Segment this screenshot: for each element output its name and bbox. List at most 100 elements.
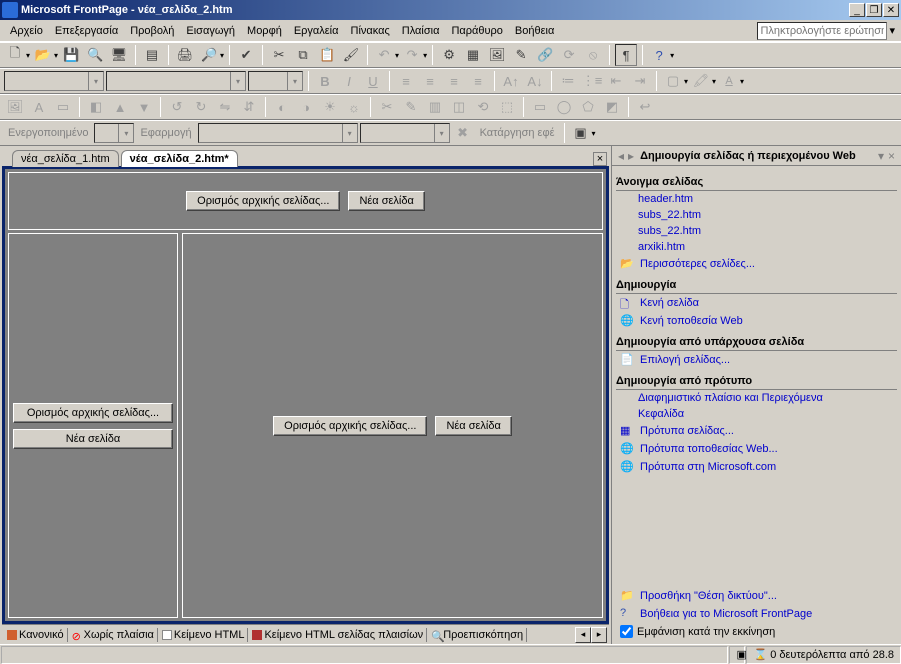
scroll-left-button[interactable]: ◂ [575,627,591,643]
rotate-right-icon[interactable]: ↻ [190,96,212,118]
style-combo[interactable]: ▾ [4,71,104,91]
italic-icon[interactable]: I [338,70,360,92]
add-network-place-link[interactable]: 📁Προσθήκη "Θέση δικτύου"... [616,587,897,605]
view-preview-tab[interactable]: 🔍Προεπισκόπηση [428,628,527,642]
position-abs-icon[interactable]: ◧ [85,96,107,118]
page-templates-link[interactable]: ▦Πρότυπα σελίδας... [616,422,897,440]
stop-icon[interactable]: ⦸ [582,44,604,66]
blank-web-link[interactable]: 🌐Κενή τοποθεσία Web [616,312,897,330]
set-initial-page-button-main[interactable]: Ορισμός αρχικής σελίδας... [273,416,427,436]
increase-font-icon[interactable]: A↑ [500,70,522,92]
menu-edit[interactable]: Επεξεργασία [49,23,124,39]
search-icon[interactable]: 🔍 [84,44,106,66]
select-icon[interactable]: ⬚ [496,96,518,118]
dhtml-cancel-icon[interactable]: ✖ [452,122,474,144]
new-page-button-left[interactable]: Νέα σελίδα [13,429,173,449]
fontsize-combo[interactable]: ▾ [248,71,303,91]
font-color-icon[interactable]: A [718,70,740,92]
dhtml-on-combo[interactable]: ▾ [94,123,134,143]
dhtml-highlight-icon[interactable]: ▣ [570,122,592,144]
close-document-button[interactable]: × [593,152,607,166]
template-banner-link[interactable]: Διαφημιστικό πλαίσιο και Περιεχόμενα [616,390,897,406]
send-backward-icon[interactable]: ▼ [133,96,155,118]
insert-table-icon[interactable]: ▦ [462,44,484,66]
view-normal-tab[interactable]: Κανονικό [4,628,68,642]
circle-hotspot-icon[interactable]: ◯ [553,96,575,118]
save-icon[interactable]: 💾 [60,44,82,66]
align-left-icon[interactable]: ≡ [395,70,417,92]
redo-icon[interactable]: ↷ [401,44,423,66]
menu-help[interactable]: Βοήθεια [509,23,560,39]
format-painter-icon[interactable]: 🖌 [340,44,362,66]
more-contrast-icon[interactable]: ◐ [271,96,293,118]
auto-thumbnail-icon[interactable]: ▭ [52,96,74,118]
menu-tools[interactable]: Εργαλεία [288,23,345,39]
dhtml-effect-combo[interactable]: ▾ [360,123,450,143]
color-icon[interactable]: ▥ [424,96,446,118]
text-icon[interactable]: A [28,96,50,118]
document-tab-2[interactable]: νέα_σελίδα_2.htm* [121,150,238,167]
print-icon[interactable]: 🖨 [174,44,196,66]
ask-dropdown-icon[interactable]: ▾ [887,24,897,37]
document-tab-1[interactable]: νέα_σελίδα_1.htm [12,150,119,167]
taskpane-back-icon[interactable]: ◂ [616,149,626,163]
toggle-pane-icon[interactable]: ▤ [141,44,163,66]
align-justify-icon[interactable]: ≡ [467,70,489,92]
taskpane-forward-icon[interactable]: ▸ [626,149,636,163]
rect-hotspot-icon[interactable]: ▭ [529,96,551,118]
align-center-icon[interactable]: ≡ [419,70,441,92]
menu-file[interactable]: Αρχείο [4,23,49,39]
bulleted-list-icon[interactable]: ⋮≡ [581,70,603,92]
preview-browser-icon[interactable]: 🔎 [198,44,220,66]
bold-icon[interactable]: B [314,70,336,92]
dhtml-apply-combo[interactable]: ▾ [198,123,358,143]
menu-table[interactable]: Πίνακας [345,23,396,39]
show-at-startup-checkbox[interactable] [620,625,633,638]
close-button[interactable]: ✕ [883,3,899,17]
insert-picture-icon[interactable]: 🖼 [486,44,508,66]
publish-icon[interactable]: 🖥 [108,44,130,66]
flip-vertical-icon[interactable]: ⇵ [238,96,260,118]
view-noframes-tab[interactable]: ⊘Χωρίς πλαίσια [69,628,158,642]
menu-view[interactable]: Προβολή [124,23,180,39]
insert-pic-file-icon[interactable]: 🖼 [4,96,26,118]
restore-icon[interactable]: ↩ [634,96,656,118]
ask-question-input[interactable] [757,22,887,40]
font-combo[interactable]: ▾ [106,71,246,91]
spellcheck-icon[interactable]: ✔ [235,44,257,66]
cut-icon[interactable]: ✂ [268,44,290,66]
underline-icon[interactable]: U [362,70,384,92]
numbered-list-icon[interactable]: ≔ [557,70,579,92]
new-doc-icon[interactable]: 🗋 [4,44,26,66]
open-file-0[interactable]: header.htm [616,191,897,207]
menu-insert[interactable]: Εισαγωγή [180,23,241,39]
crop-icon[interactable]: ✂ [376,96,398,118]
taskpane-dropdown-icon[interactable]: ▾ [876,149,886,163]
rotate-left-icon[interactable]: ↺ [166,96,188,118]
poly-hotspot-icon[interactable]: ⬠ [577,96,599,118]
frame-left[interactable]: Ορισμός αρχικής σελίδας... Νέα σελίδα [8,233,178,618]
highlight-icon[interactable]: 🖍 [690,70,712,92]
decrease-font-icon[interactable]: A↓ [524,70,546,92]
blank-page-link[interactable]: 🗋Κενή σελίδα [616,294,897,312]
open-file-2[interactable]: subs_22.htm [616,223,897,239]
taskpane-close-icon[interactable]: × [886,149,897,163]
hyperlink-icon[interactable]: 🔗 [534,44,556,66]
bevel-icon[interactable]: ◫ [448,96,470,118]
open-file-1[interactable]: subs_22.htm [616,207,897,223]
align-right-icon[interactable]: ≡ [443,70,465,92]
open-icon[interactable]: 📂 [32,44,54,66]
frontpage-help-link[interactable]: ?Βοήθεια για το Microsoft FrontPage [616,605,897,623]
more-brightness-icon[interactable]: ☀ [319,96,341,118]
open-file-3[interactable]: arxiki.htm [616,239,897,255]
template-header-link[interactable]: Κεφαλίδα [616,406,897,422]
paste-icon[interactable]: 📋 [316,44,338,66]
less-contrast-icon[interactable]: ◑ [295,96,317,118]
show-all-icon[interactable]: ¶ [615,44,637,66]
new-page-button-main[interactable]: Νέα σελίδα [435,416,511,436]
decrease-indent-icon[interactable]: ⇤ [605,70,627,92]
borders-icon[interactable]: ▢ [662,70,684,92]
flip-horizontal-icon[interactable]: ⇋ [214,96,236,118]
web-templates-link[interactable]: 🌐Πρότυπα τοποθεσίας Web... [616,440,897,458]
menu-window[interactable]: Παράθυρο [445,23,508,39]
